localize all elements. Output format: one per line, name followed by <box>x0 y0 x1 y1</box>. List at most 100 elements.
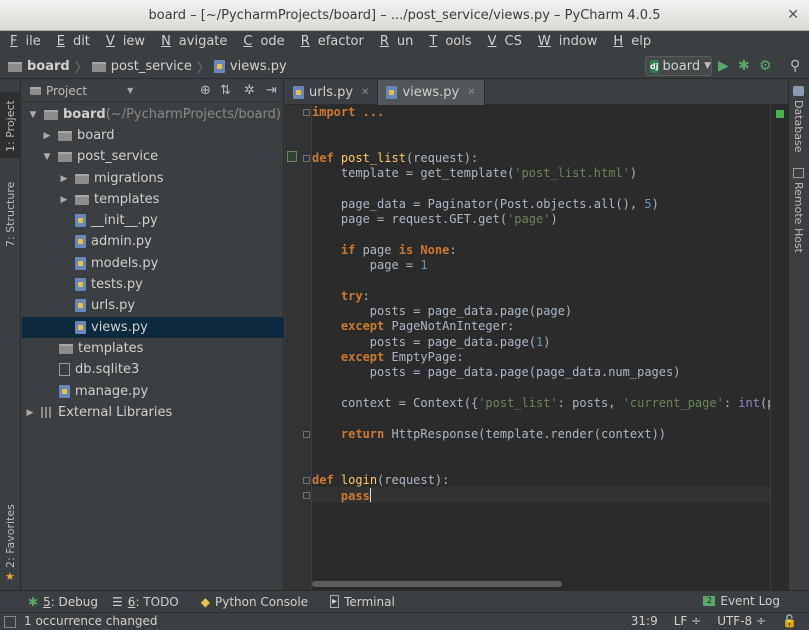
close-window-icon[interactable]: ✕ <box>787 0 799 31</box>
code-token: EmptyPage: <box>384 350 464 364</box>
code-token: page <box>355 243 399 257</box>
run-icon[interactable]: ▶ <box>718 58 729 74</box>
menu-edit[interactable]: Edit <box>49 31 98 53</box>
fold-marker-icon[interactable] <box>303 477 310 484</box>
tree-item-init-py[interactable]: __init__.py <box>22 210 284 231</box>
gear-icon[interactable]: ✲ <box>244 83 255 98</box>
inspection-ok-icon[interactable] <box>776 110 784 118</box>
tree-item-migrations[interactable]: ▶ migrations <box>22 168 284 189</box>
menu-tools[interactable]: Tools <box>421 31 479 53</box>
caret-position[interactable]: 31:9 <box>631 614 658 628</box>
folder-icon <box>30 86 41 95</box>
tree-item-admin-py[interactable]: admin.py <box>22 231 284 252</box>
encoding-select[interactable]: UTF-8 ÷ <box>717 614 766 628</box>
code-token: pass <box>340 489 370 503</box>
menu-refactor[interactable]: Refactor <box>293 31 372 53</box>
breadcrumb-root[interactable]: board 〉 <box>8 57 88 76</box>
run-gutter-icon[interactable] <box>287 151 297 162</box>
left-tool-strip: 1: Project 7: Structure 2: Favorites ★ <box>0 80 21 590</box>
tree-item-label: post_service <box>77 149 159 164</box>
folder-icon <box>59 343 73 354</box>
collapse-all-icon[interactable]: ⇅ <box>220 83 231 98</box>
code-token: ) <box>543 335 551 349</box>
tab-views-py[interactable]: views.py ✕ <box>378 80 485 105</box>
code-line: template = get_template('post_list.html'… <box>312 166 637 181</box>
line-separator-select[interactable]: LF ÷ <box>674 614 701 628</box>
tool-window-python-console[interactable]: ◆ Python Console <box>201 595 308 609</box>
tree-item-board[interactable]: ▶ board <box>22 125 284 146</box>
tree-item-urls-py[interactable]: urls.py <box>22 295 284 316</box>
coverage-icon[interactable]: ⚙ <box>759 58 772 74</box>
search-icon[interactable]: ⚲ <box>790 58 800 74</box>
tree-item-templates-sub[interactable]: ▶ templates <box>22 189 284 210</box>
menu-view[interactable]: View <box>98 31 153 53</box>
code-token: 1 <box>420 258 428 272</box>
folder-icon <box>58 130 72 141</box>
code-editor[interactable]: import ... def post_list(request): templ… <box>285 105 770 590</box>
lock-icon[interactable]: 🔓 <box>782 614 797 628</box>
code-token: 'current_page' <box>622 396 724 410</box>
tool-window-terminal[interactable]: ▸ Terminal <box>330 595 395 609</box>
menu-help[interactable]: Help <box>605 31 659 53</box>
project-panel: Project ▼ ⊕ ⇅ ✲ ⇥ ▼ board (~/PycharmProj… <box>22 80 284 590</box>
folder-icon <box>8 61 22 72</box>
tree-item-models-py[interactable]: models.py <box>22 253 284 274</box>
tool-tab-project[interactable]: 1: Project <box>0 92 21 158</box>
navigation-bar: board 〉 post_service 〉 views.py dj board… <box>0 55 809 79</box>
menu-vcs[interactable]: V CS <box>480 31 530 53</box>
tree-item-templates[interactable]: templates <box>22 338 284 359</box>
code-line: try: <box>312 289 370 304</box>
menu-window[interactable]: Window <box>530 31 606 53</box>
tree-item-tests-py[interactable]: tests.py <box>22 274 284 295</box>
tree-item-label: templates <box>78 341 144 356</box>
tool-tab-favorites[interactable]: 2: Favorites ★ <box>0 504 21 585</box>
tree-item-board-root[interactable]: ▼ board (~/PycharmProjects/board) <box>22 104 284 125</box>
code-line: context = Context({'post_list': posts, '… <box>312 396 770 411</box>
collapse-arrow-icon: ▶ <box>60 194 68 205</box>
library-icon <box>41 407 53 418</box>
tree-item-label: db.sqlite3 <box>75 362 140 377</box>
menu-file[interactable]: File <box>2 31 49 53</box>
code-line: except PageNotAnInteger: <box>312 319 514 334</box>
status-indicators: 31:9 LF ÷ UTF-8 ÷ 🔓 <box>615 614 797 628</box>
code-token: (request): <box>377 473 450 487</box>
tool-tab-structure-label: 7: Structure <box>4 181 17 247</box>
code-token: 'post_list.html' <box>514 166 630 180</box>
fold-marker-icon[interactable] <box>303 492 310 499</box>
tree-item-post-service[interactable]: ▼ post_service <box>22 146 284 167</box>
expand-arrow-icon: ▼ <box>29 109 37 120</box>
tab-urls-py[interactable]: urls.py ✕ <box>285 80 379 105</box>
close-tab-icon[interactable]: ✕ <box>361 87 369 98</box>
tree-item-external-libraries[interactable]: ▶ External Libraries <box>22 402 284 423</box>
menu-run[interactable]: Run <box>372 31 422 53</box>
close-tab-icon[interactable]: ✕ <box>467 87 475 98</box>
tool-window-debug[interactable]: ✱ 5: Debug <box>28 595 98 609</box>
todo-list-icon: ☰ <box>112 594 123 609</box>
folder-icon <box>75 173 89 184</box>
hide-panel-icon[interactable]: ⇥ <box>266 83 277 98</box>
locate-icon[interactable]: ⊕ <box>200 83 211 98</box>
tool-window-event-log[interactable]: 2 Event Log <box>703 594 780 608</box>
tool-tab-remote-host[interactable]: Remote Host <box>792 168 807 253</box>
fold-marker-icon[interactable] <box>303 431 310 438</box>
project-view-select[interactable]: Project ▼ <box>30 84 133 98</box>
breadcrumb-folder[interactable]: post_service 〉 <box>91 57 210 76</box>
menu-navigate[interactable]: Navigate <box>153 31 235 53</box>
fold-marker-icon[interactable] <box>303 109 310 116</box>
tool-tab-structure[interactable]: 7: Structure <box>0 175 21 255</box>
code-token: posts = page_data.page( <box>312 335 536 349</box>
horizontal-scrollbar[interactable] <box>312 581 562 587</box>
tree-item-views-py[interactable]: views.py <box>22 317 284 338</box>
code-area[interactable]: import ... def post_list(request): templ… <box>312 105 770 590</box>
tool-window-todo[interactable]: ☰ 6: TODO <box>112 595 179 609</box>
tool-tab-database[interactable]: Database <box>792 86 807 156</box>
tree-item-db-sqlite3[interactable]: db.sqlite3 <box>22 359 284 380</box>
menu-code[interactable]: Code <box>235 31 292 53</box>
run-configuration-select[interactable]: dj board ▼ <box>645 56 712 76</box>
tool-windows-toggle-icon[interactable] <box>4 616 16 628</box>
tree-item-label: models.py <box>91 256 159 271</box>
debug-icon[interactable]: ✱ <box>738 58 750 74</box>
tree-item-manage-py[interactable]: manage.py <box>22 381 284 402</box>
fold-marker-icon[interactable] <box>303 155 310 162</box>
breadcrumb-file[interactable]: views.py <box>213 59 287 74</box>
